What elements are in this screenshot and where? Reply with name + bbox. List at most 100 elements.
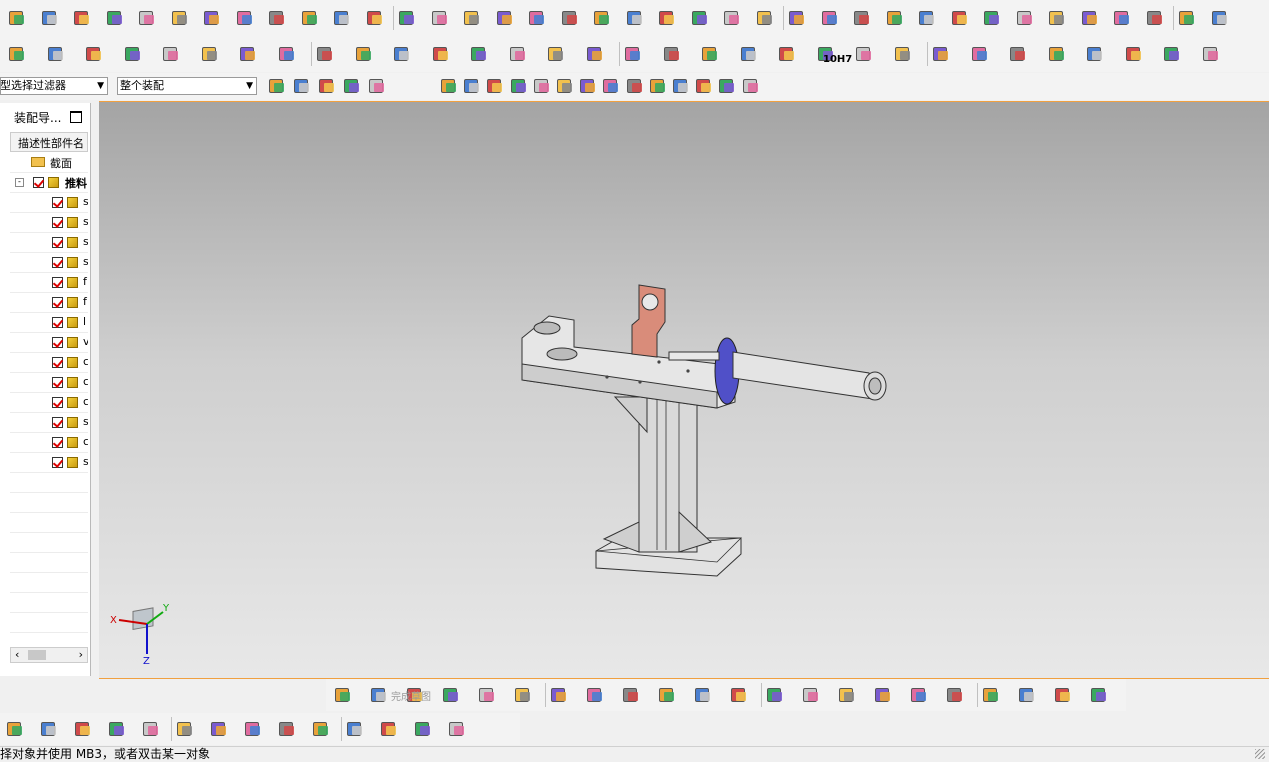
brush-icon[interactable] [738, 43, 760, 65]
mesh-surface-icon[interactable] [884, 7, 906, 29]
line-icon[interactable] [930, 43, 952, 65]
shaded-icon[interactable] [438, 75, 460, 97]
new-parent-icon[interactable] [72, 718, 94, 740]
horizontal-scrollbar[interactable]: ‹ › [10, 647, 88, 663]
maximize-icon[interactable] [70, 111, 82, 123]
scroll-right-icon[interactable]: › [79, 648, 83, 661]
tree-row-component[interactable]: f [10, 293, 88, 313]
checkbox-icon[interactable] [52, 317, 63, 328]
explode-icon[interactable] [344, 718, 366, 740]
point-snap-icon[interactable] [291, 75, 313, 97]
offset-curve-icon[interactable] [1084, 43, 1106, 65]
n-sided-icon[interactable] [981, 7, 1003, 29]
sew-icon[interactable] [689, 7, 711, 29]
constraint-icon[interactable] [908, 684, 930, 706]
arc-icon[interactable] [969, 43, 991, 65]
graphics-window[interactable]: X Y Z [99, 101, 1269, 679]
midpoint-snap-icon[interactable] [508, 75, 530, 97]
dimension-icon[interactable] [776, 43, 798, 65]
section-icon[interactable] [353, 43, 375, 65]
quick-extend-icon[interactable] [800, 684, 822, 706]
intersect-curve-icon[interactable] [1200, 43, 1222, 65]
fillet-curve-icon[interactable] [1046, 43, 1068, 65]
layer-icon[interactable] [6, 43, 28, 65]
wave-icon[interactable] [314, 43, 336, 65]
block-icon[interactable] [104, 7, 126, 29]
circle-icon[interactable] [512, 684, 534, 706]
finish-flag-icon[interactable] [368, 684, 390, 706]
endpoint-snap-icon[interactable] [484, 75, 506, 97]
patch-icon[interactable] [721, 7, 743, 29]
offset-icon[interactable] [728, 684, 750, 706]
point-icon[interactable] [692, 684, 714, 706]
tree-row-component[interactable]: l [10, 313, 88, 333]
through-curves-icon[interactable] [949, 7, 971, 29]
split-body-icon[interactable] [656, 7, 678, 29]
spring-icon[interactable] [430, 43, 452, 65]
layer-settings-icon[interactable] [740, 75, 762, 97]
quick-trim-icon[interactable] [764, 684, 786, 706]
tangent-icon[interactable] [600, 75, 622, 97]
blend-icon[interactable] [461, 7, 483, 29]
pattern-icon[interactable] [819, 7, 841, 29]
bridge-icon[interactable] [1014, 7, 1036, 29]
rotate-icon[interactable] [341, 75, 363, 97]
move-icon[interactable] [316, 75, 338, 97]
reference-set-icon[interactable] [446, 718, 468, 740]
checkbox-icon[interactable] [52, 377, 63, 388]
cable-icon[interactable] [378, 718, 400, 740]
tree-row-component[interactable]: s [10, 413, 88, 433]
intersect-icon[interactable] [429, 7, 451, 29]
selection-icon[interactable] [266, 75, 288, 97]
checkbox-icon[interactable] [52, 337, 63, 348]
view-icon[interactable] [716, 75, 738, 97]
wave-link-icon[interactable] [412, 718, 434, 740]
component-icon[interactable] [38, 718, 60, 740]
tree-row-component[interactable]: s [10, 253, 88, 273]
curve-snap-icon[interactable] [554, 75, 576, 97]
edit-section-icon[interactable] [391, 43, 413, 65]
checkbox-icon[interactable] [52, 277, 63, 288]
checkbox-icon[interactable] [52, 417, 63, 428]
fillet-icon[interactable] [548, 684, 570, 706]
extrude-icon[interactable] [39, 7, 61, 29]
checkbox-icon[interactable] [52, 397, 63, 408]
sequence-icon[interactable] [310, 718, 332, 740]
table-icon[interactable] [83, 43, 105, 65]
rectangle-icon[interactable] [620, 684, 642, 706]
collapse-icon[interactable]: - [15, 178, 24, 187]
column-header[interactable]: 描述性部件名 [10, 132, 88, 152]
component-icon[interactable] [1209, 7, 1231, 29]
replace-icon[interactable] [276, 718, 298, 740]
checkbox-icon[interactable] [52, 297, 63, 308]
point-curve-icon[interactable] [1007, 43, 1029, 65]
move-face-icon[interactable] [1144, 7, 1166, 29]
cone-icon[interactable] [169, 7, 191, 29]
chamfer-icon[interactable] [494, 7, 516, 29]
boss-icon[interactable] [266, 7, 288, 29]
constraint-icon[interactable] [208, 718, 230, 740]
tree-row-component[interactable]: f [10, 273, 88, 293]
tree-row-component[interactable]: c [10, 373, 88, 393]
thicken-icon[interactable] [754, 7, 776, 29]
line-icon[interactable] [440, 684, 462, 706]
tree-row-section[interactable]: 截面 [10, 153, 88, 173]
dimension-icon[interactable] [872, 684, 894, 706]
tree-row-component[interactable]: c [10, 433, 88, 453]
checkbox-icon[interactable] [52, 197, 63, 208]
weld-icon[interactable] [237, 43, 259, 65]
assembly-constraint-icon[interactable] [1176, 7, 1198, 29]
assembly-scope-dropdown[interactable]: 整个装配 ▼ [117, 77, 257, 95]
cubes-icon[interactable] [661, 43, 683, 65]
tree-row-component[interactable]: s [10, 193, 88, 213]
scroll-thumb[interactable] [28, 650, 46, 660]
solid-icon[interactable] [461, 75, 483, 97]
unite-icon[interactable] [364, 7, 386, 29]
text-icon[interactable] [276, 43, 298, 65]
gear-icon[interactable] [507, 43, 529, 65]
tree-row-component[interactable]: v [10, 333, 88, 353]
intersection-icon[interactable] [670, 75, 692, 97]
pocket-icon[interactable] [299, 7, 321, 29]
checkbox-icon[interactable] [52, 437, 63, 448]
array-icon[interactable] [242, 718, 264, 740]
